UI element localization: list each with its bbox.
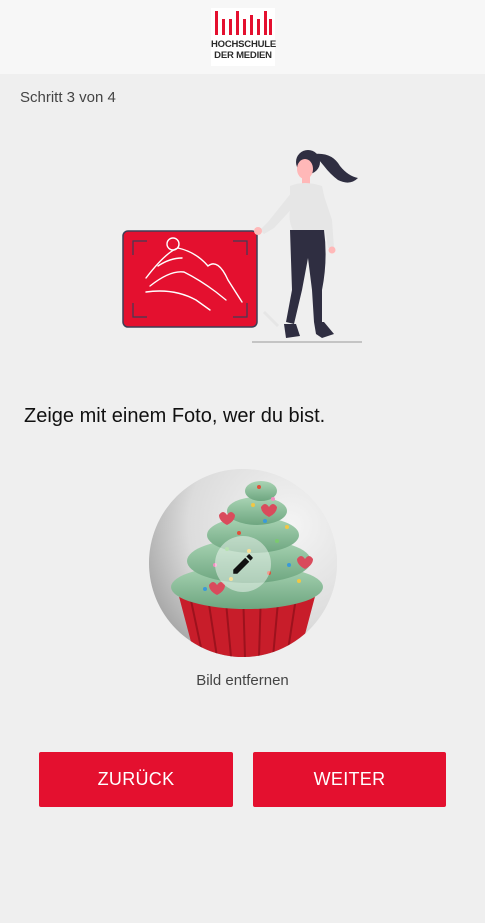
logo-bars-icon xyxy=(215,11,272,35)
photo-illustration xyxy=(118,140,368,350)
step-indicator: Schritt 3 von 4 xyxy=(20,89,116,106)
app-header: HOCHSCHULE DER MEDIEN xyxy=(0,0,485,74)
edit-photo-button[interactable] xyxy=(215,536,271,592)
hdm-logo: HOCHSCHULE DER MEDIEN xyxy=(211,8,277,66)
logo-line-1: HOCHSCHULE xyxy=(211,39,277,50)
remove-photo-link[interactable]: Bild entfernen xyxy=(0,672,485,689)
next-button[interactable]: WEITER xyxy=(253,752,446,807)
logo-line-2: DER MEDIEN xyxy=(214,50,272,61)
pencil-icon xyxy=(233,554,253,574)
photo-prompt: Zeige mit einem Foto, wer du bist. xyxy=(24,405,326,427)
back-button[interactable]: ZURÜCK xyxy=(39,752,233,807)
